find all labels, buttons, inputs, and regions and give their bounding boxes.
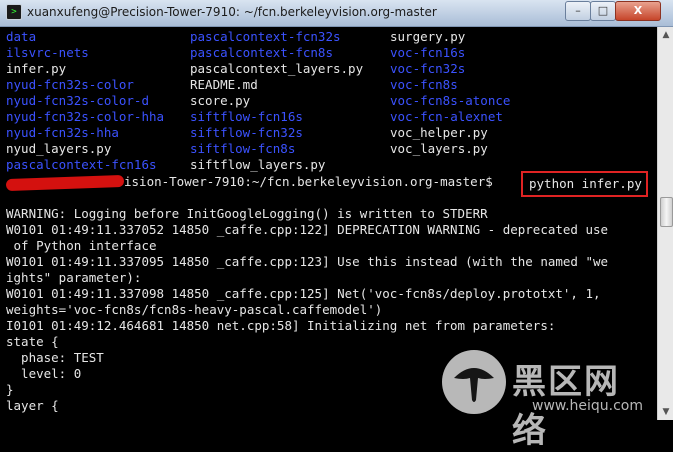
file-entry: score.py: [190, 93, 251, 108]
redacted-username-mark: [5, 174, 125, 192]
directory-entry: siftflow-fcn16s: [190, 109, 303, 124]
directory-entry: nyud-fcn32s-hha: [6, 125, 119, 140]
output-line: WARNING: Logging before InitGoogleLoggin…: [6, 206, 488, 221]
output-line: layer {: [6, 398, 59, 413]
file-entry: siftflow_layers.py: [190, 157, 326, 172]
output-line: level: 0: [6, 366, 82, 381]
watermark-url: www.heiqu.com: [532, 398, 644, 414]
output-line: W0101 01:49:11.337052 14850 _caffe.cpp:1…: [6, 222, 609, 237]
directory-entry: nyud-fcn32s-color: [6, 77, 134, 92]
output-line: W0101 01:49:11.337095 14850 _caffe.cpp:1…: [6, 254, 609, 269]
output-line: of Python interface: [6, 238, 157, 253]
listing-row: data pascalcontext-fcn32s surgery.py: [0, 29, 657, 45]
output-line: weights='voc-fcn8s/fcn8s-heavy-pascal.ca…: [6, 302, 383, 317]
directory-entry: voc-fcn8s-atonce: [390, 93, 511, 108]
file-entry: nyud_layers.py: [6, 141, 112, 156]
file-entry: pascalcontext_layers.py: [190, 61, 364, 76]
window-title: xuanxufeng@Precision-Tower-7910: ~/fcn.b…: [27, 5, 437, 19]
directory-entry: pascalcontext-fcn8s: [190, 45, 333, 60]
vertical-scrollbar[interactable]: ▲ ▼: [657, 27, 673, 420]
output-line: }: [6, 382, 14, 397]
file-entry: voc_layers.py: [390, 141, 488, 156]
file-entry: infer.py: [6, 61, 67, 76]
maximize-button[interactable]: □: [590, 1, 616, 21]
listing-row: nyud-fcn32s-color-hha siftflow-fcn16s voc-…: [0, 109, 657, 125]
listing-row: nyud-fcn32s-hha siftflow-fcn32s voc_helper…: [0, 125, 657, 141]
output-line: state {: [6, 334, 59, 349]
listing-row: nyud-fcn32s-color README.md voc-fcn8s: [0, 77, 657, 93]
terminal-app-icon: >: [6, 4, 22, 20]
listing-row: nyud_layers.py siftflow-fcn8s voc_layers.p…: [0, 141, 657, 157]
watermark-logo-icon: [442, 350, 506, 414]
directory-entry: ilsvrc-nets: [6, 45, 89, 60]
directory-entry: pascalcontext-fcn32s: [190, 29, 341, 44]
scroll-thumb[interactable]: [660, 197, 673, 227]
file-entry: surgery.py: [390, 29, 466, 44]
scroll-down-arrow-icon[interactable]: ▼: [658, 404, 673, 420]
listing-row: infer.py pascalcontext_layers.py voc-fcn32…: [0, 61, 657, 77]
directory-entry: voc-fcn-alexnet: [390, 109, 503, 124]
command-text: python infer.py: [529, 176, 642, 191]
directory-entry: data: [6, 29, 37, 44]
shell-prompt: ision-Tower-7910:~/fcn.berkeleyvision.or…: [124, 174, 493, 189]
close-button[interactable]: X: [615, 1, 661, 21]
minimize-button[interactable]: –: [565, 1, 591, 21]
directory-entry: nyud-fcn32s-color-d: [6, 93, 149, 108]
directory-entry: siftflow-fcn32s: [190, 125, 303, 140]
directory-entry: pascalcontext-fcn16s: [6, 157, 157, 172]
output-line: phase: TEST: [6, 350, 104, 365]
file-entry: voc_helper.py: [390, 125, 488, 140]
output-line: ights" parameter):: [6, 270, 142, 285]
listing-row: nyud-fcn32s-color-d score.py voc-fcn8s-ato…: [0, 93, 657, 109]
listing-row: ilsvrc-nets pascalcontext-fcn8s voc-fcn16s: [0, 45, 657, 61]
window-titlebar[interactable]: > xuanxufeng@Precision-Tower-7910: ~/fcn…: [0, 0, 673, 27]
directory-entry: voc-fcn32s: [390, 61, 466, 76]
directory-entry: voc-fcn8s: [390, 77, 458, 92]
output-line: I0101 01:49:12.464681 14850 net.cpp:58] …: [6, 318, 556, 333]
file-entry: README.md: [190, 77, 258, 92]
directory-entry: nyud-fcn32s-color-hha: [6, 109, 165, 124]
site-watermark: 黑区网络 www.heiqu.com: [440, 348, 655, 451]
output-line: W0101 01:49:11.337098 14850 _caffe.cpp:1…: [6, 286, 601, 301]
highlighted-command-box: python infer.py: [521, 171, 648, 197]
directory-entry: voc-fcn16s: [390, 45, 466, 60]
directory-entry: siftflow-fcn8s: [190, 141, 296, 156]
scroll-up-arrow-icon[interactable]: ▲: [658, 27, 673, 43]
